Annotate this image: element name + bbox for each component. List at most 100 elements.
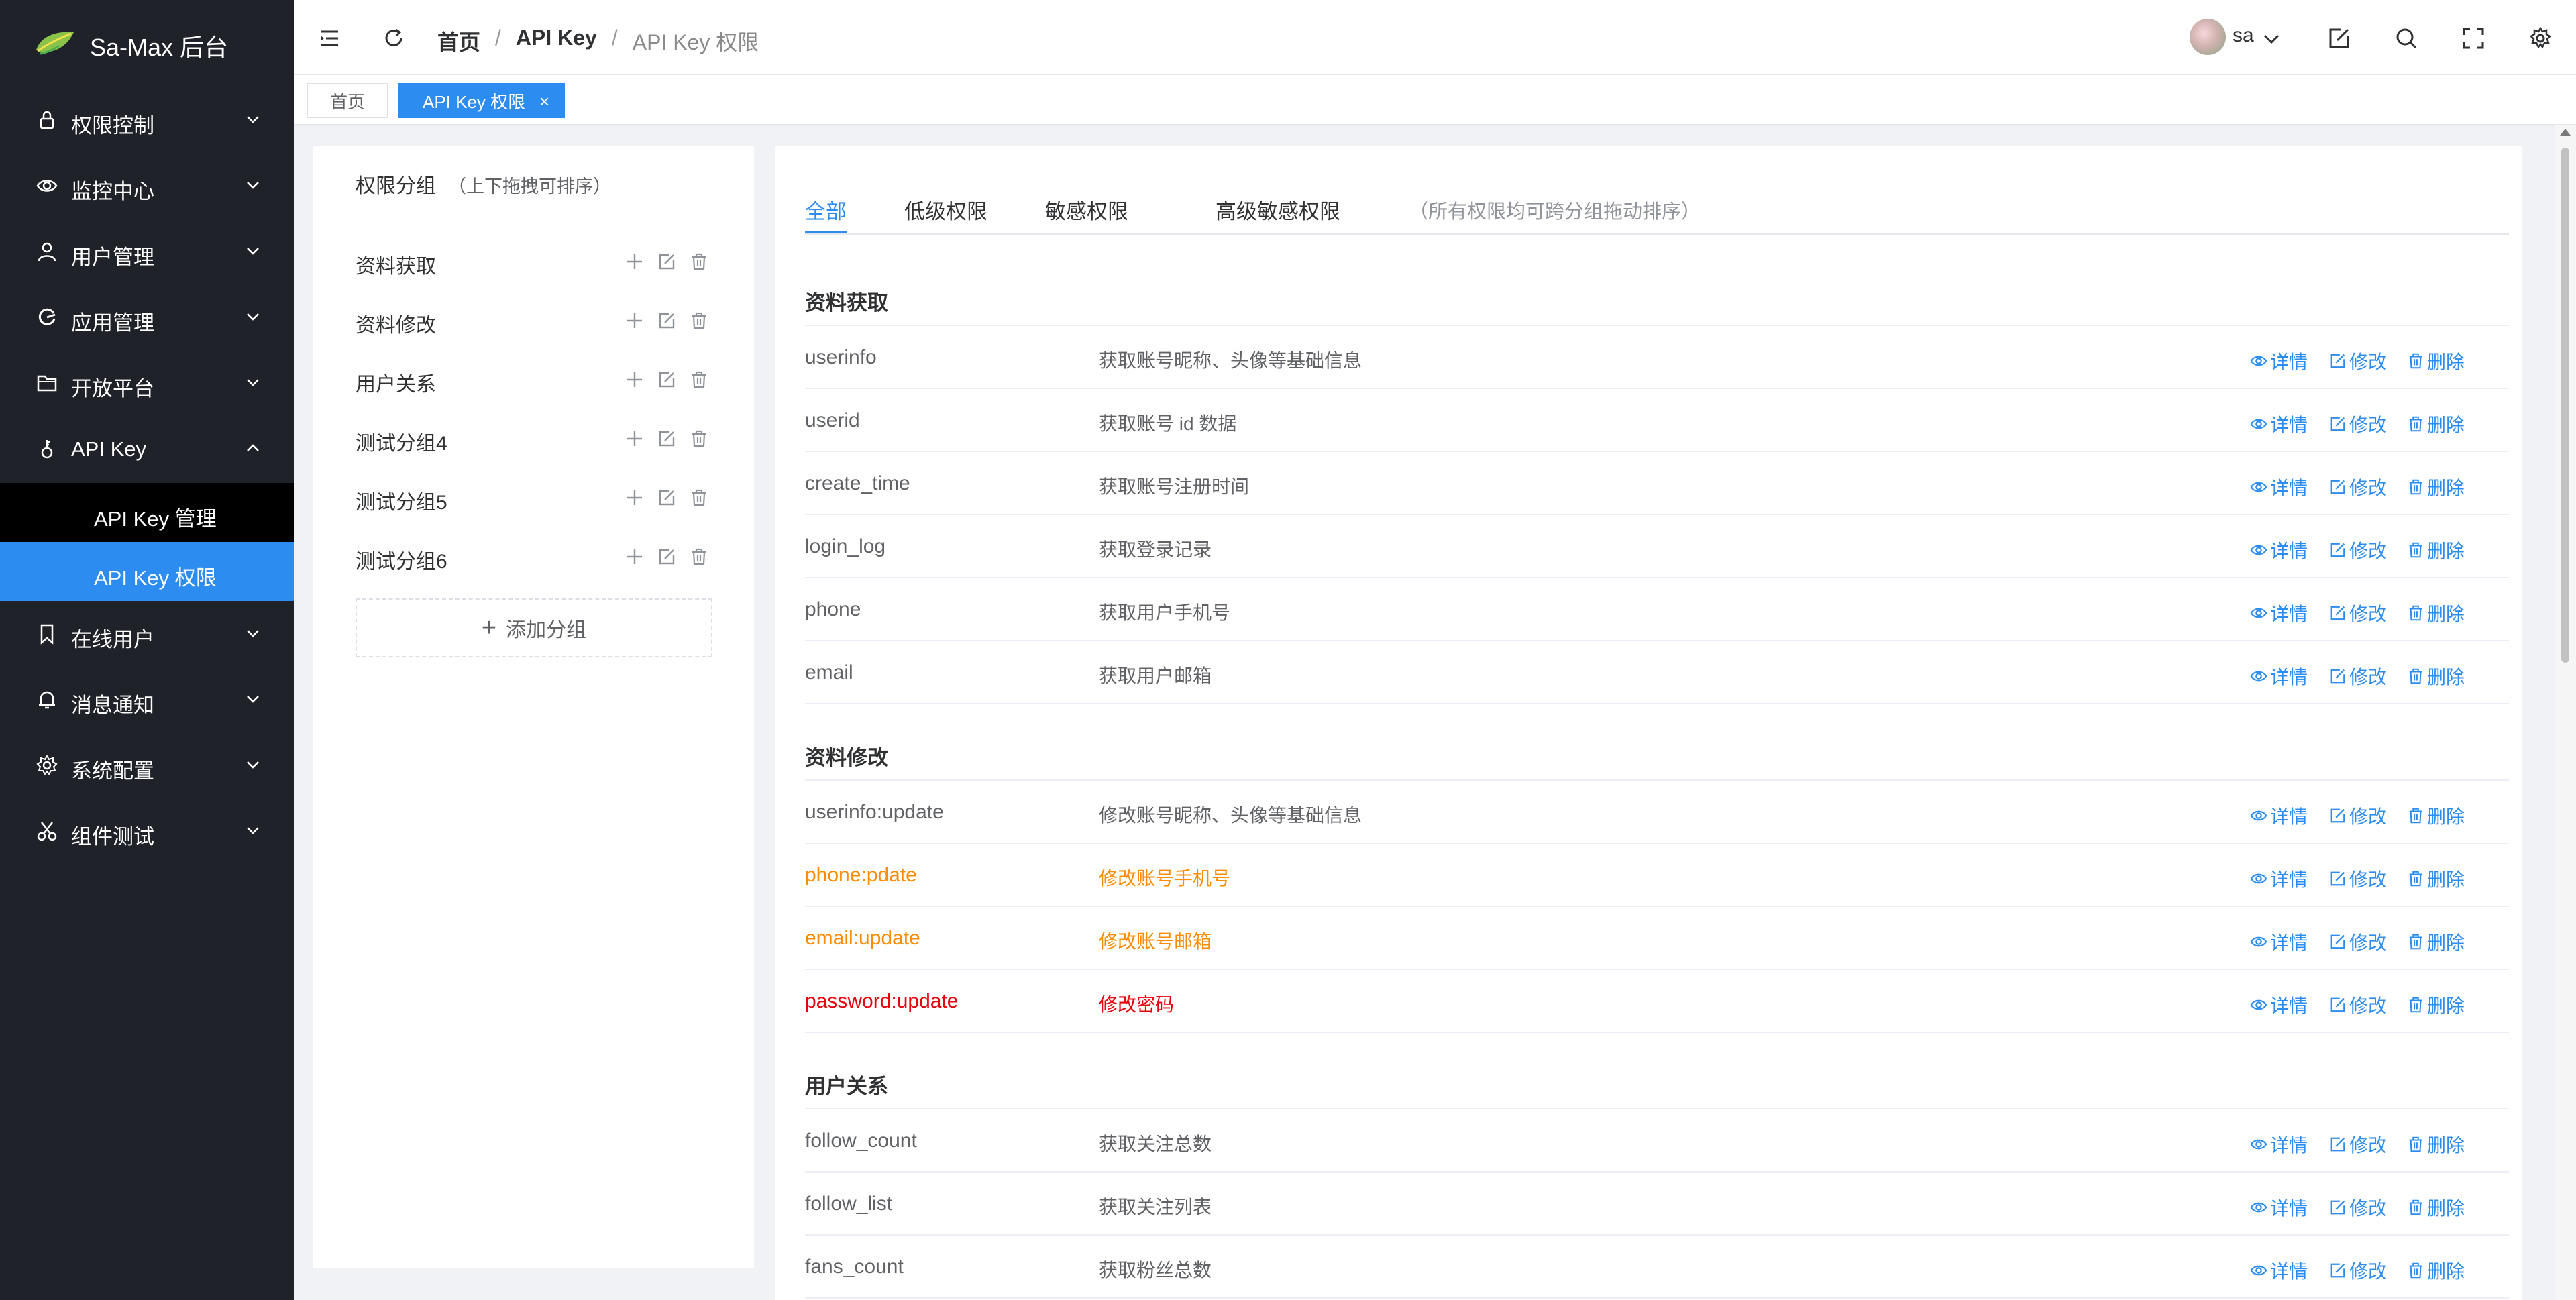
- group-item[interactable]: 资料获取: [356, 243, 718, 283]
- delete-button[interactable]: 删除: [2407, 1131, 2465, 1158]
- action-label: 删除: [2427, 1261, 2465, 1282]
- menu-fold-icon[interactable]: [318, 27, 341, 50]
- tab-sensitive-permission[interactable]: 敏感权限: [1045, 195, 1128, 225]
- view-button[interactable]: 详情: [2250, 1194, 2308, 1221]
- tab-high-sensitive-permission[interactable]: 高级敏感权限: [1216, 195, 1340, 225]
- tab-low-permission[interactable]: 低级权限: [904, 195, 987, 225]
- edit-group-icon[interactable]: [657, 488, 676, 507]
- edit-group-icon[interactable]: [657, 547, 676, 566]
- edit-button[interactable]: 修改: [2329, 600, 2387, 627]
- add-permission-icon[interactable]: [625, 311, 644, 330]
- group-item[interactable]: 资料修改: [356, 302, 718, 342]
- search-icon[interactable]: [2395, 27, 2418, 50]
- sidebar-item-notifications[interactable]: 消息通知: [0, 667, 294, 733]
- breadcrumb-api-key[interactable]: API Key: [516, 25, 597, 56]
- edit-button[interactable]: 修改: [2329, 537, 2387, 563]
- view-button[interactable]: 详情: [2250, 600, 2308, 627]
- delete-button[interactable]: 删除: [2407, 600, 2465, 627]
- delete-button[interactable]: 删除: [2407, 991, 2465, 1018]
- edit-button[interactable]: 修改: [2329, 865, 2387, 892]
- sidebar-item-apps[interactable]: 应用管理: [0, 284, 294, 350]
- add-permission-icon[interactable]: [625, 488, 644, 507]
- bookmark-icon: [40, 624, 54, 645]
- view-button[interactable]: 详情: [2250, 1131, 2308, 1158]
- scrollbar-thumb[interactable]: [2561, 148, 2569, 663]
- sidebar-item-component-test[interactable]: 组件测试: [0, 798, 294, 864]
- delete-button[interactable]: 删除: [2407, 1194, 2465, 1221]
- delete-group-icon[interactable]: [690, 370, 708, 389]
- view-button[interactable]: 详情: [2250, 474, 2308, 500]
- sidebar-item-online-users[interactable]: 在线用户: [0, 601, 294, 667]
- avatar[interactable]: [2190, 19, 2226, 55]
- sidebar-item-users[interactable]: 用户管理: [0, 219, 294, 284]
- refresh-icon[interactable]: [382, 27, 405, 50]
- sidebar-item-system-config[interactable]: 系统配置: [0, 733, 294, 798]
- group-item[interactable]: 测试分组4: [356, 420, 718, 460]
- edit-button[interactable]: 修改: [2329, 474, 2387, 500]
- sidebar-item-api-key[interactable]: API Key: [0, 416, 294, 482]
- edit-button[interactable]: 修改: [2329, 411, 2387, 437]
- edit-group-icon[interactable]: [657, 429, 676, 448]
- delete-button[interactable]: 删除: [2407, 865, 2465, 892]
- close-icon[interactable]: ×: [539, 91, 549, 112]
- edit-button[interactable]: 修改: [2329, 928, 2387, 955]
- edit-button[interactable]: 修改: [2329, 1257, 2387, 1284]
- edit-group-icon[interactable]: [657, 311, 676, 330]
- delete-button[interactable]: 删除: [2407, 1257, 2465, 1284]
- view-button[interactable]: 详情: [2250, 991, 2308, 1018]
- edit-group-icon[interactable]: [657, 370, 676, 389]
- sidebar-item-monitor[interactable]: 监控中心: [0, 153, 294, 219]
- delete-button[interactable]: 删除: [2407, 411, 2465, 437]
- gear-icon[interactable]: [2529, 27, 2552, 50]
- delete-button[interactable]: 删除: [2407, 347, 2465, 374]
- edit-button[interactable]: 修改: [2329, 347, 2387, 374]
- sidebar-item-permission[interactable]: 权限控制: [0, 87, 294, 153]
- edit-button[interactable]: 修改: [2329, 1131, 2387, 1158]
- view-button[interactable]: 详情: [2250, 928, 2308, 955]
- view-button[interactable]: 详情: [2250, 802, 2308, 829]
- view-button[interactable]: 详情: [2250, 1257, 2308, 1284]
- delete-group-icon[interactable]: [690, 547, 708, 566]
- add-group-button[interactable]: + 添加分组: [356, 598, 712, 657]
- view-button[interactable]: 详情: [2250, 537, 2308, 563]
- view-button[interactable]: 详情: [2250, 411, 2308, 437]
- delete-button[interactable]: 删除: [2407, 474, 2465, 500]
- tab-api-key-permission[interactable]: API Key 权限 ×: [398, 83, 565, 118]
- add-permission-icon[interactable]: [625, 547, 644, 566]
- group-item[interactable]: 用户关系: [356, 361, 718, 401]
- add-permission-icon[interactable]: [625, 429, 644, 448]
- breadcrumb-home[interactable]: 首页: [437, 25, 480, 56]
- add-permission-icon[interactable]: [625, 370, 644, 389]
- tab-all[interactable]: 全部: [805, 195, 847, 225]
- group-item[interactable]: 测试分组5: [356, 479, 718, 519]
- delete-button[interactable]: 删除: [2407, 802, 2465, 829]
- tab-home[interactable]: 首页: [307, 83, 388, 118]
- chevron-down-icon[interactable]: [2262, 30, 2281, 48]
- delete-button[interactable]: 删除: [2407, 537, 2465, 563]
- delete-group-icon[interactable]: [690, 252, 708, 271]
- edit-button[interactable]: 修改: [2329, 663, 2387, 690]
- sidebar-item-open-platform[interactable]: 开放平台: [0, 350, 294, 416]
- delete-group-icon[interactable]: [690, 311, 708, 330]
- delete-group-icon[interactable]: [690, 429, 708, 448]
- chevron-down-icon: [247, 827, 259, 834]
- delete-group-icon[interactable]: [690, 488, 708, 507]
- edit-button[interactable]: 修改: [2329, 1194, 2387, 1221]
- user-name[interactable]: sa: [2233, 24, 2254, 47]
- fullscreen-icon[interactable]: [2462, 27, 2485, 50]
- view-button[interactable]: 详情: [2250, 347, 2308, 374]
- view-button[interactable]: 详情: [2250, 663, 2308, 690]
- edit-button[interactable]: 修改: [2329, 991, 2387, 1018]
- sidebar-subitem-api-key-manage[interactable]: API Key 管理: [0, 483, 294, 542]
- edit-group-icon[interactable]: [657, 252, 676, 271]
- delete-button[interactable]: 删除: [2407, 928, 2465, 955]
- view-button[interactable]: 详情: [2250, 865, 2308, 892]
- scroll-up-arrow-icon[interactable]: [2560, 129, 2571, 136]
- edit-icon[interactable]: [2328, 27, 2351, 50]
- sidebar-subitem-api-key-permission[interactable]: API Key 权限: [0, 542, 294, 601]
- delete-button[interactable]: 删除: [2407, 663, 2465, 690]
- add-permission-icon[interactable]: [625, 252, 644, 271]
- group-item[interactable]: 测试分组6: [356, 538, 718, 578]
- edit-button[interactable]: 修改: [2329, 802, 2387, 829]
- add-group-label: 添加分组: [506, 619, 587, 641]
